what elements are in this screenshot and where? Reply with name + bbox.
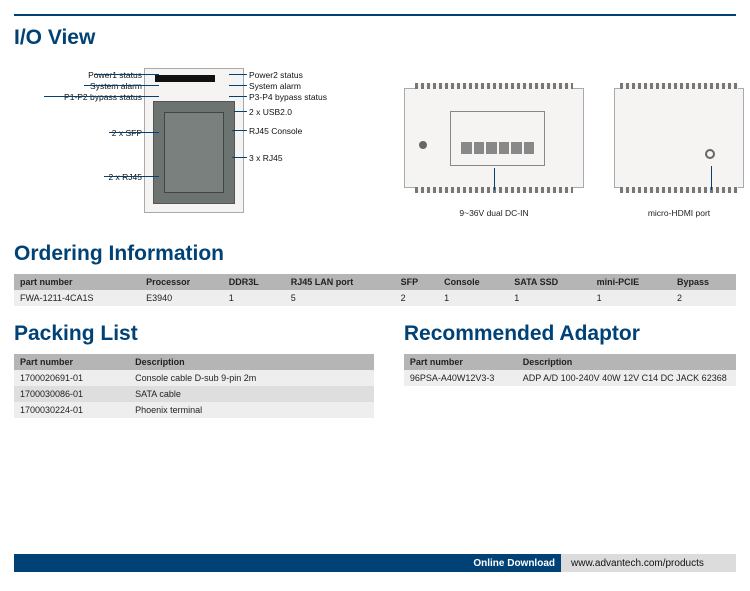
- callout-rj45-r: 3 x RJ45: [249, 153, 283, 163]
- hdmi-port-icon: [705, 149, 715, 159]
- table-row: 1700030224-01Phoenix terminal: [14, 402, 374, 418]
- heading-ordering: Ordering Information: [14, 242, 736, 266]
- packing-table: Part number Description 1700020691-01Con…: [14, 354, 374, 418]
- footer-url[interactable]: www.advantech.com/products: [561, 554, 736, 572]
- top-caption: 9~36V dual DC-IN: [459, 208, 528, 218]
- callout-alarm-l: System alarm: [90, 81, 142, 91]
- th: Description: [129, 354, 374, 370]
- th: Part number: [14, 354, 129, 370]
- table-row: 1700020691-01Console cable D-sub 9-pin 2…: [14, 370, 374, 386]
- footer-bar: Online Download www.advantech.com/produc…: [14, 554, 736, 572]
- th: Description: [517, 354, 736, 370]
- device-front: [144, 68, 244, 213]
- callout-usb: 2 x USB2.0: [249, 107, 292, 117]
- heading-io-view: I/O View: [14, 26, 736, 50]
- callout-p1p2: P1-P2 bypass status: [64, 92, 142, 102]
- side-caption: micro-HDMI port: [648, 208, 710, 218]
- top-rule: [14, 14, 736, 16]
- th: RJ45 LAN port: [285, 274, 395, 290]
- table-row: 96PSA-A40W12V3-3ADP A/D 100-240V 40W 12V…: [404, 370, 736, 386]
- table-row: 1700030086-01SATA cable: [14, 386, 374, 402]
- th: SFP: [395, 274, 439, 290]
- heading-packing: Packing List: [14, 322, 374, 346]
- th: Console: [438, 274, 508, 290]
- th: Bypass: [671, 274, 736, 290]
- io-view-row: Power1 status System alarm P1-P2 bypass …: [14, 58, 736, 218]
- callout-power2: Power2 status: [249, 70, 303, 80]
- callout-sfp: 2 x SFP: [112, 128, 142, 138]
- th: SATA SSD: [508, 274, 590, 290]
- footer-download-label: Online Download: [467, 554, 561, 572]
- front-diagram: Power1 status System alarm P1-P2 bypass …: [14, 58, 374, 218]
- table-row: FWA-1211-4CA1SE39401521112: [14, 290, 736, 306]
- heading-adaptor: Recommended Adaptor: [404, 322, 736, 346]
- ordering-table: part number Processor DDR3L RJ45 LAN por…: [14, 274, 736, 306]
- side-diagram: micro-HDMI port: [614, 58, 744, 218]
- th: part number: [14, 274, 140, 290]
- callout-rj45-l: 2 x RJ45: [108, 172, 142, 182]
- callout-console: RJ45 Console: [249, 126, 302, 136]
- th: Part number: [404, 354, 517, 370]
- th: mini-PCIE: [591, 274, 671, 290]
- th: Processor: [140, 274, 223, 290]
- adaptor-table: Part number Description 96PSA-A40W12V3-3…: [404, 354, 736, 386]
- callout-alarm-r: System alarm: [249, 81, 301, 91]
- callout-p3p4: P3-P4 bypass status: [249, 92, 327, 102]
- callout-power1: Power1 status: [88, 70, 142, 80]
- top-diagram: 9~36V dual DC-IN: [404, 58, 584, 218]
- th: DDR3L: [223, 274, 285, 290]
